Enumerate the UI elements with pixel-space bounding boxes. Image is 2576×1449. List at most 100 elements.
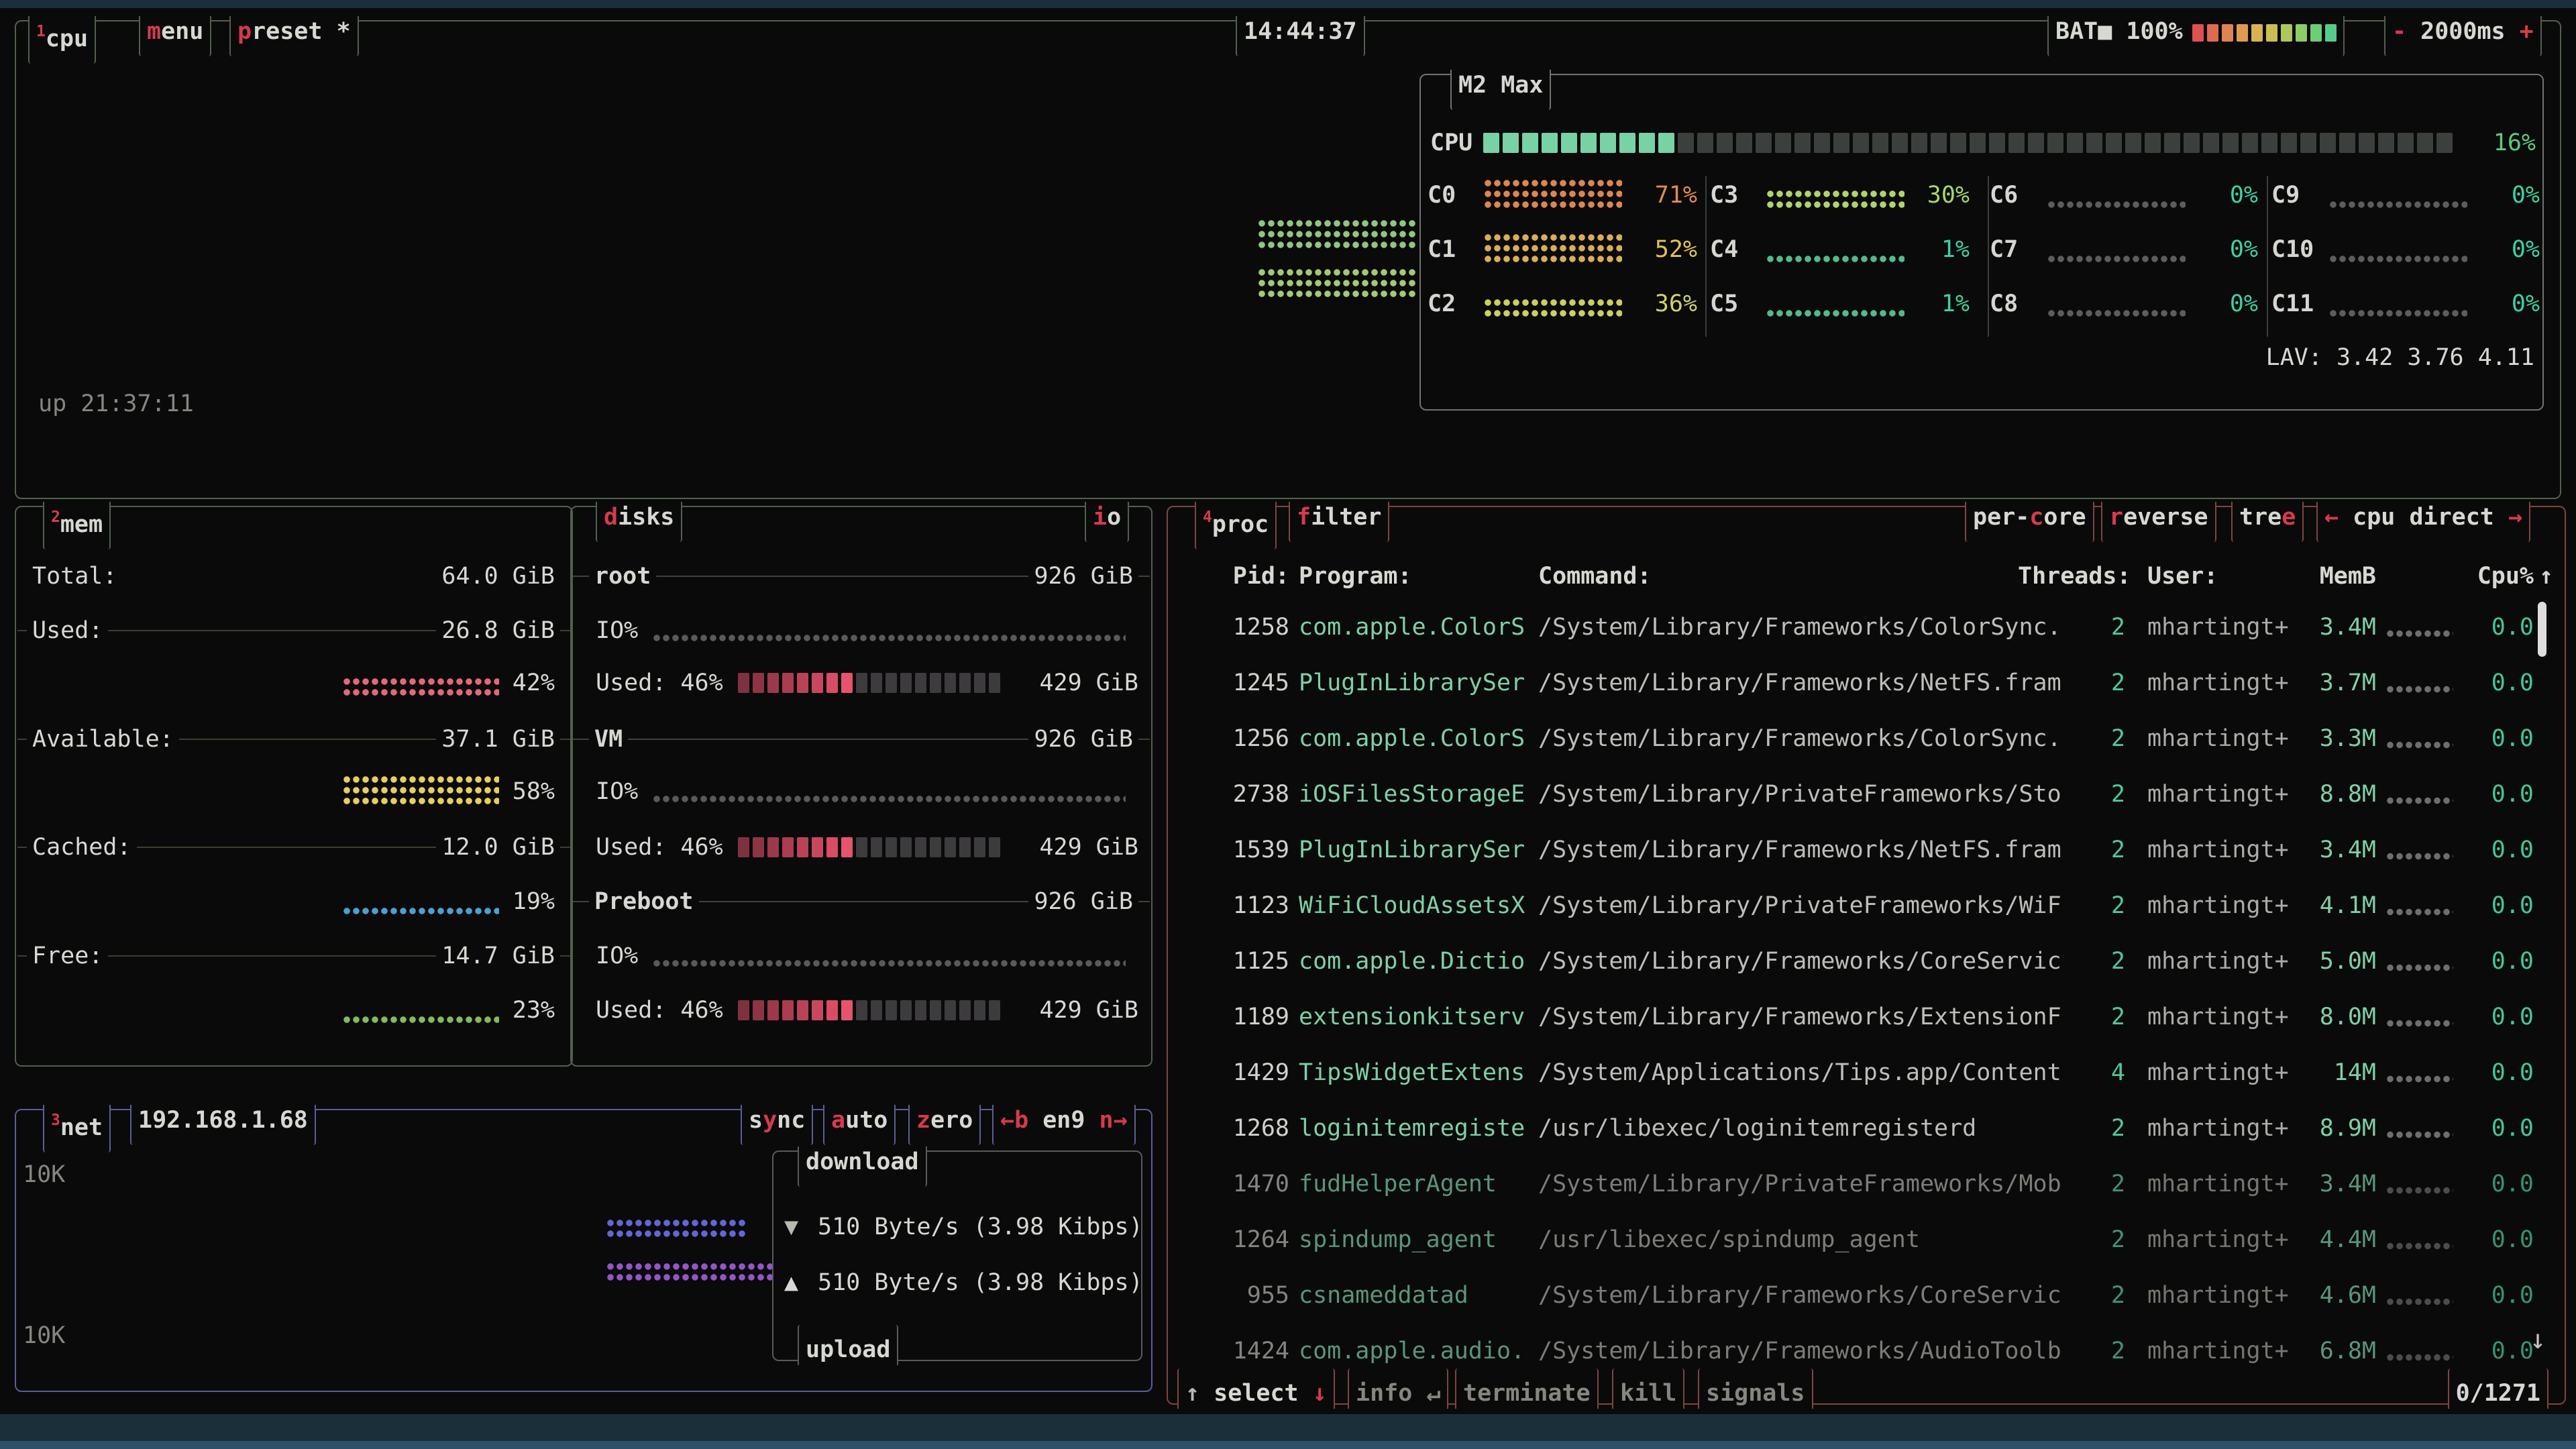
disk-used-meter [738,1000,1000,1020]
tab-preset[interactable]: preset * [229,16,359,56]
disk-size: 926 GiB [1028,561,1138,591]
proc-row[interactable]: 1429TipsWidgetExtens/System/Applications… [1168,1058,2565,1087]
meter-block [974,673,985,693]
proc-row[interactable]: 1264spindump_agent/usr/libexec/spindump_… [1168,1225,2565,1254]
col-command[interactable]: Command: [1538,561,1652,591]
proc-mem-graph [2385,796,2453,805]
tab-reverse[interactable]: reverse [2101,502,2216,542]
proc-row[interactable]: 1470fudHelperAgent/System/Library/Privat… [1168,1169,2565,1199]
label-segment: terminate [1463,1380,1591,1407]
proc-cell-usr: mhartingt+ [2147,1114,2289,1143]
tab-tree[interactable]: tree [2231,502,2304,542]
update-interval-control[interactable]: - 2000ms + [2384,16,2542,56]
proc-row[interactable]: 1123WiFiCloudAssetsX/System/Library/Priv… [1168,891,2565,920]
tab-net[interactable]: 3net [43,1105,111,1152]
meter-block [2378,133,2394,153]
mem-row-label: Free: [27,941,108,971]
footer-terminate[interactable]: terminate [1455,1368,1599,1409]
tab-cpu-direct[interactable]: ← cpu direct → [2316,502,2530,542]
proc-row[interactable]: 2738iOSFilesStorageE/System/Library/Priv… [1168,780,2565,809]
proc-cell-cmd: /System/Library/PrivateFrameworks/Mob [1538,1169,2061,1199]
core-graph-c4 [1766,254,1904,264]
tab-cpu[interactable]: 1cpu [28,16,96,64]
tab-sync[interactable]: sync [741,1105,813,1145]
net-axis-top: 10K [23,1160,65,1189]
proc-row[interactable]: 1268loginitemregiste/usr/libexec/loginit… [1168,1114,2565,1143]
meter-block [2222,24,2233,42]
meter-block [841,837,853,857]
footer-select[interactable]: ↑ select ↓ [1177,1368,1335,1409]
tab-auto[interactable]: auto [823,1105,896,1145]
meter-block [885,673,897,693]
tab-disks[interactable]: disks [596,502,682,542]
proc-cell-thr: 2 [2018,668,2125,698]
proc-cell-pid: 1256 [1182,724,1289,753]
proc-row[interactable]: 1539PlugInLibrarySer/System/Library/Fram… [1168,835,2565,865]
proc-row[interactable]: 1125com.apple.Dictio/System/Library/Fram… [1168,947,2565,976]
meter-block [1639,133,1655,153]
proc-cell-pid: 1470 [1182,1169,1289,1199]
proc-cell-cmd: /System/Library/Frameworks/ColorSync. [1538,612,2061,642]
meter-block [974,1000,985,1020]
scroll-down-icon[interactable]: ↓ [2530,1325,2563,1354]
proc-row[interactable]: 1424com.apple.audio./System/Library/Fram… [1168,1336,2565,1366]
col-cpu[interactable]: Cpu% [2433,561,2534,591]
label-segment: kill [1620,1380,1676,1407]
proc-cell-prog: TipsWidgetExtens [1299,1058,1525,1087]
tab-interface[interactable]: ←b en9 n→ [992,1105,1136,1145]
proc-row[interactable]: 1258com.apple.ColorS/System/Library/Fram… [1168,612,2565,642]
meter-block [989,673,1000,693]
col-pid[interactable]: Pid: [1182,561,1289,591]
mem-usage-percent: 42% [513,668,555,698]
col-user[interactable]: User: [2147,561,2218,591]
meter-block [2067,133,2083,153]
tab-io[interactable]: io [1085,502,1129,542]
disk-name: root [589,561,656,591]
proc-cell-usr: mhartingt+ [2147,724,2289,753]
tab-menu[interactable]: menu [139,16,211,56]
label-segment: reset * [252,18,351,45]
col-threads[interactable]: Threads: [2018,561,2125,591]
meter-block [2281,133,2297,153]
battery-label: BAT [2055,18,2098,45]
proc-cell-pid: 1539 [1182,835,1289,865]
footer-kill[interactable]: kill [1612,1368,1684,1409]
disk-io-label: IO% [596,616,638,645]
label-segment: ← [2324,504,2353,531]
sort-arrow-icon[interactable]: ↑ [2539,561,2553,591]
proc-cell-prog: csnameddatad [1299,1281,1468,1310]
label-segment: signals [1706,1380,1805,1407]
meter-block [1911,133,1927,153]
tab-zero[interactable]: zero [908,1105,981,1145]
meter-block [900,1000,912,1020]
tab-filter[interactable]: filter [1289,502,1389,542]
proc-cell-usr: mhartingt+ [2147,835,2289,865]
battery-meter [2192,24,2337,42]
col-mem[interactable]: MemB [2269,561,2376,591]
meter-block [871,673,882,693]
proc-cell-usr: mhartingt+ [2147,668,2289,698]
disk-size: 926 GiB [1028,887,1138,916]
disk-used-size: 429 GiB [1039,996,1138,1025]
footer-signals[interactable]: signals [1698,1368,1813,1409]
col-program[interactable]: Program: [1299,561,1412,591]
meter-block [974,837,985,857]
label-segment: per- [1973,504,2029,531]
proc-cell-pid: 1258 [1182,612,1289,642]
proc-row[interactable]: 1256com.apple.ColorS/System/Library/Fram… [1168,724,2565,753]
meter-block [1853,133,1869,153]
label-segment: z [916,1107,930,1134]
label-segment: tre [2239,504,2282,531]
net-speed-box: download upload ▼ 510 Byte/s (3.98 Kibps… [772,1150,1142,1361]
meter-block [767,673,779,693]
proc-row[interactable]: 1189extensionkitserv/System/Library/Fram… [1168,1002,2565,1032]
tab-proc[interactable]: 4proc [1195,502,1277,549]
proc-scrollbar[interactable] [2538,602,2546,657]
tab-per-core[interactable]: per-core [1965,502,2094,542]
footer-info[interactable]: info ↵ [1348,1368,1448,1409]
meter-block [782,1000,794,1020]
proc-row[interactable]: 1245PlugInLibrarySer/System/Library/Fram… [1168,668,2565,698]
meter-block [2106,133,2122,153]
tab-mem[interactable]: 2mem [43,502,111,549]
proc-row[interactable]: 955csnameddatad/System/Library/Framework… [1168,1281,2565,1310]
